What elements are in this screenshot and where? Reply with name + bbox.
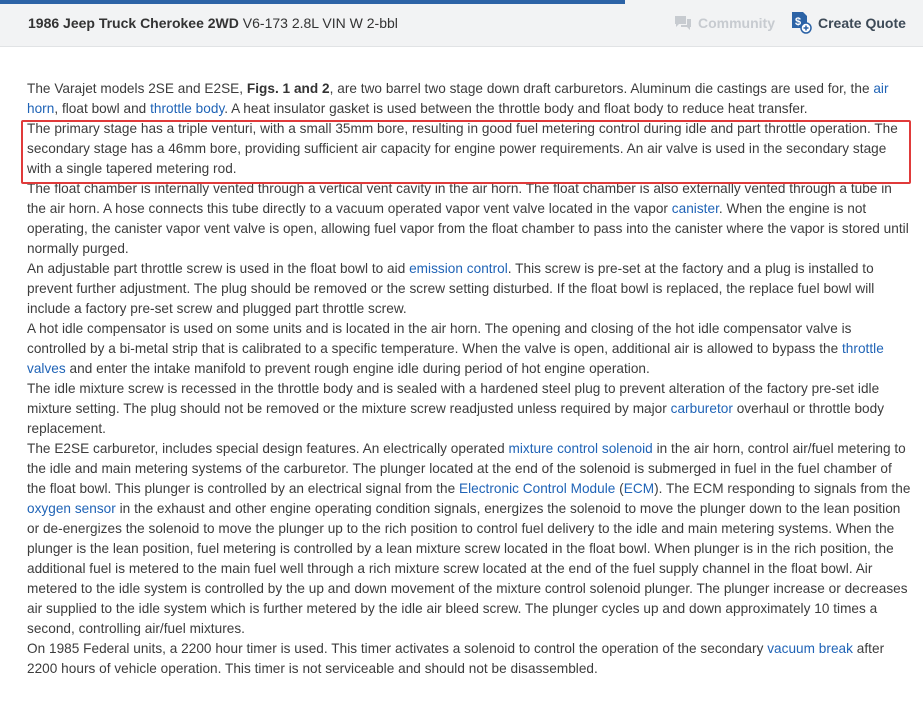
paragraph-intro: The Varajet models 2SE and E2SE, Figs. 1… xyxy=(27,79,913,119)
link-electronic-control-module[interactable]: Electronic Control Module xyxy=(459,481,615,496)
top-bar: 1986 Jeep Truck Cherokee 2WD V6-173 2.8L… xyxy=(0,0,923,47)
vehicle-title: 1986 Jeep Truck Cherokee 2WD V6-173 2.8L… xyxy=(28,15,398,31)
paragraph-throttle-screw: An adjustable part throttle screw is use… xyxy=(27,259,913,319)
text: , are two barrel two stage down draft ca… xyxy=(329,81,874,96)
link-ecm[interactable]: ECM xyxy=(624,481,654,496)
text: in the exhaust and other engine operatin… xyxy=(27,501,908,636)
article-body: The Varajet models 2SE and E2SE, Figs. 1… xyxy=(27,79,913,679)
text: A hot idle compensator is used on some u… xyxy=(27,321,852,356)
svg-text:$: $ xyxy=(795,16,801,28)
link-vacuum-break[interactable]: vacuum break xyxy=(767,641,853,656)
text: The Varajet models 2SE and E2SE, xyxy=(27,81,247,96)
paragraph-idle-mixture: The idle mixture screw is recessed in th… xyxy=(27,379,913,439)
link-emission-control[interactable]: emission control xyxy=(409,261,508,276)
paragraph-primary-stage: The primary stage has a triple venturi, … xyxy=(27,121,898,176)
paragraph-timer: On 1985 Federal units, a 2200 hour timer… xyxy=(27,639,913,679)
text: , float bowl and xyxy=(54,101,151,116)
progress-accent-bar xyxy=(0,0,625,4)
paragraph-float-chamber: The float chamber is internally vented t… xyxy=(27,179,913,259)
link-throttle-body[interactable]: throttle body xyxy=(150,101,224,116)
community-button[interactable]: Community xyxy=(674,11,775,35)
create-quote-button[interactable]: $ Create Quote xyxy=(790,11,906,35)
vehicle-title-bold: 1986 Jeep Truck Cherokee 2WD xyxy=(28,15,239,31)
link-oxygen-sensor[interactable]: oxygen sensor xyxy=(27,501,116,516)
create-quote-label: Create Quote xyxy=(818,15,906,31)
text: On 1985 Federal units, a 2200 hour timer… xyxy=(27,641,768,656)
paragraph-hot-idle: A hot idle compensator is used on some u… xyxy=(27,319,913,379)
paragraph-e2se: The E2SE carburetor, includes special de… xyxy=(27,439,913,639)
link-mixture-control-solenoid[interactable]: mixture control solenoid xyxy=(508,441,652,456)
text: ). The ECM responding to signals from th… xyxy=(654,481,911,496)
link-canister[interactable]: canister xyxy=(672,201,719,216)
text: and enter the intake manifold to prevent… xyxy=(65,361,650,376)
link-carburetor[interactable]: carburetor xyxy=(671,401,733,416)
quote-dollar-icon: $ xyxy=(792,12,812,34)
text: The E2SE carburetor, includes special de… xyxy=(27,441,509,456)
text: An adjustable part throttle screw is use… xyxy=(27,261,410,276)
community-label: Community xyxy=(698,15,775,31)
vehicle-title-engine: V6-173 2.8L VIN W 2-bbl xyxy=(238,15,398,31)
text: . A heat insulator gasket is used betwee… xyxy=(224,101,808,116)
figure-reference: Figs. 1 and 2 xyxy=(246,81,330,96)
text: ( xyxy=(615,481,624,496)
chat-icon xyxy=(675,16,691,30)
